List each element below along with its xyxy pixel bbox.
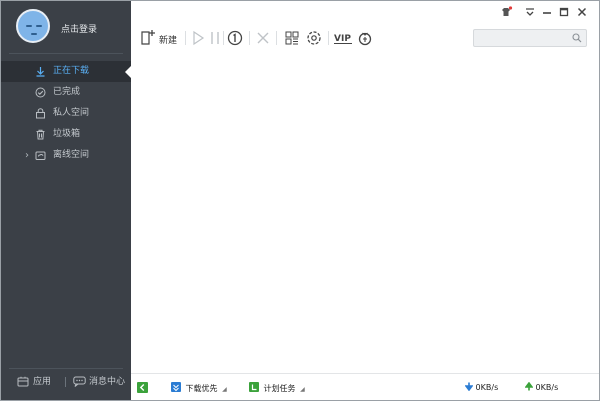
- speed-limit-icon[interactable]: [227, 29, 243, 47]
- gift-icon[interactable]: [357, 29, 373, 47]
- chevron-right-icon[interactable]: ›: [25, 145, 29, 166]
- skin-icon[interactable]: [499, 6, 513, 18]
- app-window: 点击登录 正在下载 已完成 私人空间 垃圾箱 › 离线空间 应用 消息中心 新建…: [0, 0, 600, 401]
- search-icon[interactable]: [572, 33, 582, 43]
- sidebar-divider: [9, 53, 123, 54]
- sidebar-item-downloading[interactable]: 正在下载: [1, 61, 131, 82]
- sidebar-item-label: 私人空间: [53, 108, 90, 118]
- sidebar-item-label: 已完成: [53, 87, 81, 97]
- scheduled-task-icon: [249, 382, 259, 392]
- chat-icon: [73, 376, 86, 387]
- sidebar-item-label: 离线空间: [53, 150, 90, 160]
- svg-text:VIP: VIP: [334, 34, 351, 44]
- toolbar-separator: [328, 31, 329, 45]
- upload-speed-value: 0KB/s: [535, 383, 559, 392]
- download-priority-button[interactable]: 下载优先 ◢: [171, 382, 227, 394]
- toolbar-separator: [249, 31, 250, 45]
- sidebar-item-trash[interactable]: 垃圾箱: [1, 124, 131, 145]
- message-center-button[interactable]: 消息中心: [73, 375, 125, 389]
- status-bar: 下载优先 ◢ 计划任务 ◢ 0KB/s 0KB/s: [131, 373, 599, 400]
- download-list-area[interactable]: [131, 51, 599, 374]
- download-speed: 0KB/s: [464, 382, 499, 394]
- cloud-folder-icon: [35, 151, 46, 160]
- avatar-mouth: [31, 33, 37, 35]
- bottom-divider: [65, 377, 66, 387]
- download-speed-value: 0KB/s: [475, 383, 499, 392]
- sidebar-item-offline-space[interactable]: › 离线空间: [1, 145, 131, 166]
- sidebar-item-label: 垃圾箱: [53, 129, 81, 139]
- new-task-label[interactable]: 新建: [159, 33, 177, 46]
- menu-icon[interactable]: [523, 6, 537, 18]
- upload-speed: 0KB/s: [524, 381, 559, 394]
- avatar-eye-left: [26, 25, 32, 27]
- apps-icon: [17, 376, 29, 387]
- apps-label: 应用: [33, 377, 52, 387]
- main-panel: 新建 VIP 下载优先 ◢ 计划任务 ◢ 0KB/s 0KB/s: [131, 1, 599, 400]
- download-priority-icon: [171, 382, 181, 392]
- login-link[interactable]: 点击登录: [61, 22, 97, 35]
- sidebar-item-completed[interactable]: 已完成: [1, 82, 131, 103]
- sidebar-item-label: 正在下载: [53, 66, 90, 76]
- toolbar: 新建 VIP: [131, 25, 599, 51]
- avatar[interactable]: [16, 9, 50, 43]
- toolbar-separator: [223, 31, 224, 45]
- minimize-icon[interactable]: [540, 6, 554, 18]
- sidebar-item-private-space[interactable]: 私人空间: [1, 103, 131, 124]
- apps-button[interactable]: 应用: [17, 375, 51, 389]
- toolbar-separator: [185, 31, 186, 45]
- new-task-icon[interactable]: [140, 29, 156, 47]
- avatar-eye-right: [36, 25, 42, 27]
- play-icon[interactable]: [191, 29, 205, 47]
- chevron-left-icon: [137, 382, 148, 393]
- pause-icon[interactable]: [209, 29, 221, 47]
- maximize-icon[interactable]: [557, 6, 571, 18]
- grid-view-icon[interactable]: [284, 29, 300, 47]
- delete-icon[interactable]: [255, 29, 271, 47]
- search-input[interactable]: [473, 29, 587, 47]
- scheduled-task-button[interactable]: 计划任务 ◢: [249, 382, 305, 394]
- arrow-up-icon: [524, 381, 534, 391]
- dropdown-caret-icon: ◢: [222, 386, 227, 393]
- dropdown-caret-icon: ◢: [300, 386, 305, 393]
- scheduled-task-label: 计划任务: [263, 384, 296, 393]
- download-priority-label: 下载优先: [185, 384, 218, 393]
- sidebar-bottom-divider: [9, 368, 123, 369]
- trash-icon: [36, 129, 45, 140]
- sidebar-nav: 正在下载 已完成 私人空间 垃圾箱 › 离线空间: [1, 61, 131, 166]
- lock-icon: [36, 108, 45, 119]
- message-center-label: 消息中心: [89, 377, 126, 387]
- toolbar-separator: [276, 31, 277, 45]
- settings-icon[interactable]: [306, 29, 322, 47]
- vip-icon[interactable]: VIP: [333, 29, 353, 47]
- sidebar: 点击登录 正在下载 已完成 私人空间 垃圾箱 › 离线空间 应用 消息中心: [1, 1, 131, 400]
- arrow-down-icon: [464, 382, 474, 392]
- download-icon: [36, 67, 45, 77]
- check-circle-icon: [35, 87, 46, 98]
- title-bar: [131, 1, 599, 23]
- close-icon[interactable]: [575, 6, 589, 18]
- collapse-sidebar-button[interactable]: [137, 382, 148, 394]
